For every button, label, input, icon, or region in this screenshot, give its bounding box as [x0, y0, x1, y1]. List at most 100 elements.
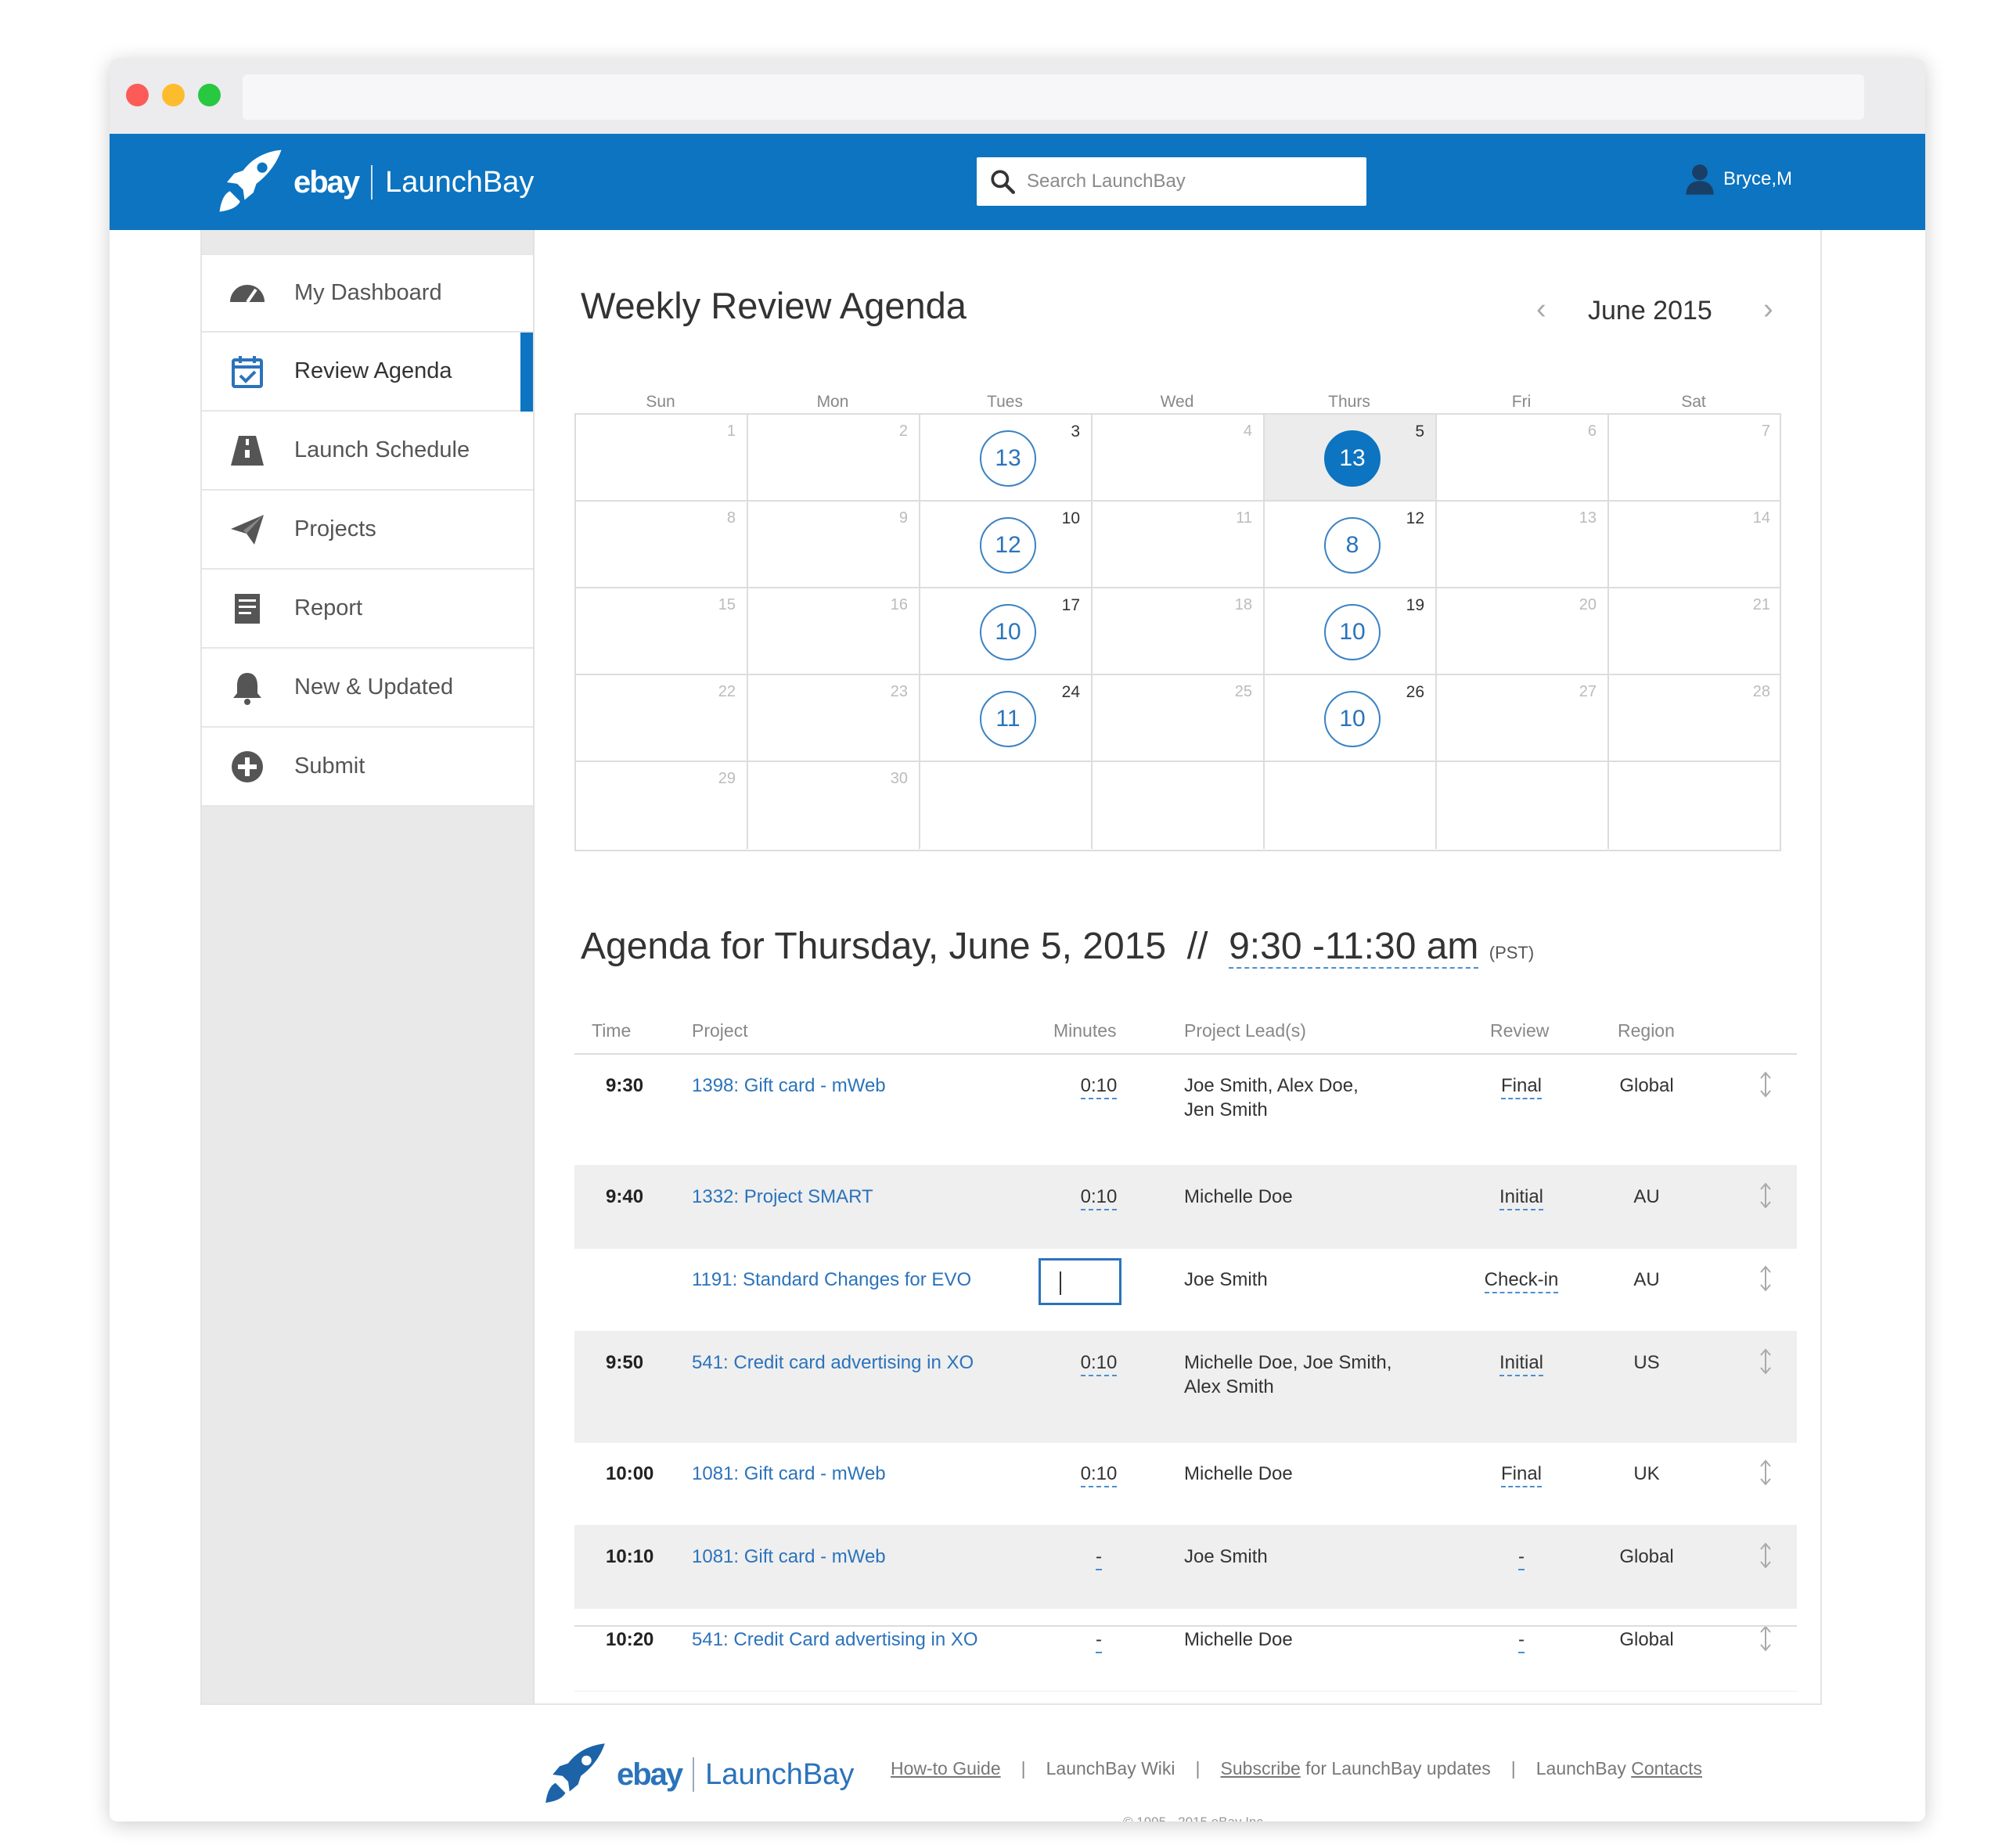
calendar-day-cell[interactable]: 23 — [748, 675, 920, 762]
minutes-input[interactable] — [1039, 1258, 1121, 1305]
calendar-day-cell[interactable]: 17 10 — [920, 588, 1093, 675]
review-count-badge[interactable]: 10 — [1324, 604, 1381, 660]
sidebar-item-report[interactable]: Report — [202, 570, 533, 649]
review-type[interactable]: Initial — [1474, 1186, 1568, 1210]
calendar-day-cell[interactable]: 15 — [576, 588, 748, 675]
review-type[interactable]: Check-in — [1474, 1269, 1568, 1293]
window-close-button[interactable] — [126, 84, 149, 106]
project-link[interactable]: 541: Credit Card advertising in XO — [692, 1629, 978, 1651]
chevron-right-icon[interactable]: › — [1763, 293, 1773, 326]
calendar-day-cell[interactable]: 7 — [1609, 415, 1781, 502]
calendar-day-cell[interactable]: 14 — [1609, 502, 1781, 588]
review-type[interactable]: - — [1474, 1629, 1568, 1653]
calendar-day-cell[interactable]: 1 — [576, 415, 748, 502]
day-number: 29 — [718, 770, 736, 787]
calendar-day-cell[interactable]: 24 11 — [920, 675, 1093, 762]
drag-handle-icon[interactable] — [1756, 1541, 1775, 1570]
calendar-day-cell[interactable]: 3 13 — [920, 415, 1093, 502]
calendar-day-cell[interactable]: 5 13 — [1265, 415, 1437, 502]
day-number: 18 — [1234, 596, 1252, 613]
minutes-value[interactable]: 0:10 — [1067, 1075, 1130, 1099]
calendar-day-cell[interactable]: 13 — [1437, 502, 1609, 588]
footer-logo[interactable]: ebay LaunchBay — [540, 1739, 854, 1810]
howto-guide-link[interactable]: How-to Guide — [891, 1758, 1001, 1778]
review-count-badge[interactable]: 8 — [1324, 517, 1381, 574]
project-link[interactable]: 1332: Project SMART — [692, 1186, 873, 1208]
minutes-text: - — [1096, 1629, 1102, 1653]
address-bar[interactable] — [243, 74, 1864, 120]
drag-handle-icon[interactable] — [1756, 1624, 1775, 1653]
minutes-value[interactable]: - — [1067, 1546, 1130, 1570]
subscribe-link[interactable]: Subscribe — [1221, 1758, 1301, 1778]
drag-handle-icon[interactable] — [1756, 1264, 1775, 1293]
review-count-badge[interactable]: 13 — [1324, 430, 1381, 487]
minutes-text: 0:10 — [1080, 1352, 1118, 1376]
review-count-badge[interactable]: 13 — [980, 430, 1036, 487]
chevron-left-icon[interactable]: ‹ — [1536, 293, 1546, 326]
col-leads: Project Lead(s) — [1184, 1020, 1306, 1041]
review-count-badge[interactable]: 11 — [980, 691, 1036, 747]
contacts-link[interactable]: Contacts — [1631, 1758, 1702, 1778]
project-link[interactable]: 1191: Standard Changes for EVO — [692, 1269, 971, 1291]
calendar-day-cell[interactable]: 18 — [1093, 588, 1265, 675]
calendar-day-cell[interactable]: 16 — [748, 588, 920, 675]
window-maximize-button[interactable] — [198, 84, 221, 106]
region-value: Global — [1619, 1546, 1674, 1567]
brand-logo[interactable]: ebay LaunchBay — [214, 146, 534, 218]
calendar-day-cell[interactable]: 20 — [1437, 588, 1609, 675]
wiki-link[interactable]: LaunchBay Wiki — [1046, 1758, 1175, 1778]
review-type[interactable]: - — [1474, 1546, 1568, 1570]
drag-handle-icon[interactable] — [1756, 1347, 1775, 1376]
calendar-day-cell[interactable]: 28 — [1609, 675, 1781, 762]
drag-handle-icon[interactable] — [1756, 1181, 1775, 1210]
review-type[interactable]: Initial — [1474, 1352, 1568, 1376]
calendar-day-cell[interactable]: 12 8 — [1265, 502, 1437, 588]
calendar-day-cell[interactable]: 26 10 — [1265, 675, 1437, 762]
calendar-day-cell[interactable]: 21 — [1609, 588, 1781, 675]
review-type[interactable]: Final — [1474, 1463, 1568, 1487]
minutes-value[interactable]: - — [1067, 1629, 1130, 1653]
sidebar-item-review-agenda[interactable]: Review Agenda — [202, 333, 533, 412]
review-text: Final — [1500, 1463, 1543, 1487]
calendar-day-cell[interactable]: 2 — [748, 415, 920, 502]
project-link[interactable]: 1081: Gift card - mWeb — [692, 1463, 886, 1485]
search-box[interactable] — [977, 157, 1366, 206]
calendar-day-cell[interactable]: 22 — [576, 675, 748, 762]
search-input[interactable] — [1027, 171, 1355, 192]
minutes-value[interactable]: 0:10 — [1067, 1186, 1130, 1210]
calendar-day-cell[interactable]: 9 — [748, 502, 920, 588]
calendar-day-cell[interactable]: 25 — [1093, 675, 1265, 762]
table-row: 9:50 541: Credit card advertising in XO 0:… — [574, 1332, 1797, 1443]
drag-handle-icon[interactable] — [1756, 1458, 1775, 1487]
review-count-badge[interactable]: 10 — [980, 604, 1036, 660]
calendar-day-cell[interactable]: 30 — [748, 762, 920, 849]
sidebar-item-launch-schedule[interactable]: Launch Schedule — [202, 412, 533, 491]
agenda-time-range[interactable]: 9:30 -11:30 am — [1229, 926, 1479, 969]
drag-handle-icon[interactable] — [1756, 1070, 1775, 1099]
minutes-value[interactable]: 0:10 — [1067, 1352, 1130, 1376]
calendar-day-cell[interactable]: 8 — [576, 502, 748, 588]
review-count-badge[interactable]: 12 — [980, 517, 1036, 574]
review-type[interactable]: Final — [1474, 1075, 1568, 1099]
project-link[interactable]: 541: Credit card advertising in XO — [692, 1352, 974, 1374]
calendar-day-cell[interactable]: 27 — [1437, 675, 1609, 762]
calendar-day-cell[interactable]: 29 — [576, 762, 748, 849]
calendar-day-cell[interactable]: 10 12 — [920, 502, 1093, 588]
calendar-day-cell[interactable]: 4 — [1093, 415, 1265, 502]
user-menu[interactable]: Bryce,M — [1683, 162, 1792, 196]
calendar-day-cell[interactable]: 19 10 — [1265, 588, 1437, 675]
day-number: 14 — [1752, 509, 1770, 527]
project-link[interactable]: 1081: Gift card - mWeb — [692, 1546, 886, 1568]
window-minimize-button[interactable] — [162, 84, 185, 106]
sidebar-item-projects[interactable]: Projects — [202, 491, 533, 570]
project-leads: Michelle Doe, Joe Smith, Alex Smith — [1184, 1352, 1392, 1397]
sidebar-item-my-dashboard[interactable]: My Dashboard — [202, 254, 533, 333]
calendar-day-cell[interactable]: 11 — [1093, 502, 1265, 588]
sidebar-item-new-updated[interactable]: New & Updated — [202, 649, 533, 728]
review-count-badge[interactable]: 10 — [1324, 691, 1381, 747]
project-link[interactable]: 1398: Gift card - mWeb — [692, 1075, 886, 1097]
calendar-day-cell[interactable]: 6 — [1437, 415, 1609, 502]
region-value: AU — [1633, 1186, 1660, 1207]
minutes-value[interactable]: 0:10 — [1067, 1463, 1130, 1487]
sidebar-item-submit[interactable]: Submit — [202, 728, 533, 807]
